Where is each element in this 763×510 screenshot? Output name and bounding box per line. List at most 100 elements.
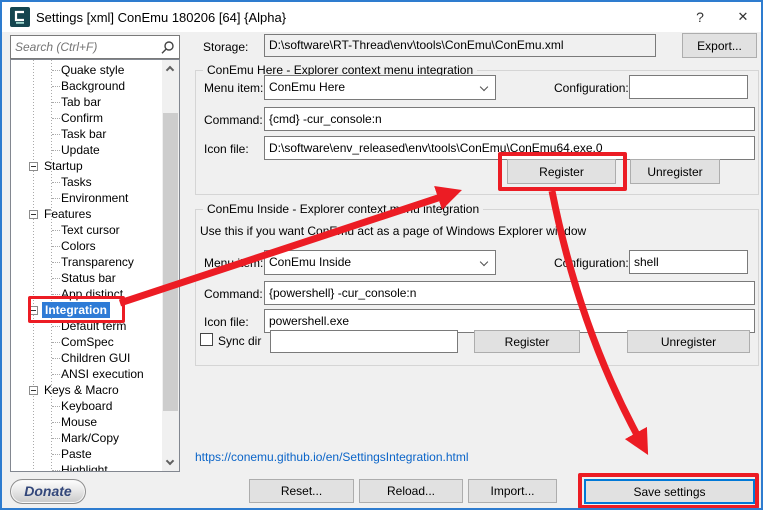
sidebar-item-label: Tasks xyxy=(61,174,92,190)
donate-button[interactable]: Donate xyxy=(10,479,86,504)
sidebar-item-label: Integration xyxy=(42,302,110,318)
sidebar-item-label: Task bar xyxy=(61,126,106,142)
inside-menu-item-value: ConEmu Inside xyxy=(269,255,351,269)
settings-integration-link[interactable]: https://conemu.github.io/en/SettingsInte… xyxy=(195,450,469,464)
save-settings-button[interactable]: Save settings xyxy=(584,479,755,504)
sidebar-item-label: Status bar xyxy=(61,270,116,286)
sidebar-item-label: Paste xyxy=(61,446,92,462)
window-title: Settings [xml] ConEmu 180206 [64] {Alpha… xyxy=(36,10,286,25)
inside-menu-item-select[interactable]: ConEmu Inside xyxy=(264,250,496,275)
here-unregister-button[interactable]: Unregister xyxy=(630,159,720,184)
chevron-down-icon xyxy=(480,83,488,91)
sidebar-item-confirm[interactable]: Confirm xyxy=(11,110,163,126)
here-command-field[interactable] xyxy=(264,107,755,131)
here-configuration-field[interactable] xyxy=(629,75,748,99)
conemu-app-icon xyxy=(10,7,30,27)
collapse-icon[interactable] xyxy=(29,162,38,171)
inside-command-label: Command: xyxy=(204,287,263,301)
export-button[interactable]: Export... xyxy=(682,33,757,58)
sidebar-item-label: Mouse xyxy=(61,414,97,430)
inside-command-field[interactable] xyxy=(264,281,755,305)
scroll-up-icon[interactable] xyxy=(162,60,179,77)
sidebar-item-label: App distinct xyxy=(61,286,123,302)
sidebar-item-children-gui[interactable]: Children GUI xyxy=(11,350,163,366)
title-bar: Settings [xml] ConEmu 180206 [64] {Alpha… xyxy=(2,2,761,32)
inside-icon-file-label: Icon file: xyxy=(204,315,249,329)
here-configuration-label: Configuration: xyxy=(554,81,629,95)
sidebar-item-label: Colors xyxy=(61,238,96,254)
sidebar-item-quake-style[interactable]: Quake style xyxy=(11,62,163,78)
sidebar-item-mark-copy[interactable]: Mark/Copy xyxy=(11,430,163,446)
chevron-down-icon xyxy=(480,258,488,266)
sidebar-item-app-distinct[interactable]: App distinct xyxy=(11,286,163,302)
inside-configuration-field[interactable] xyxy=(629,250,748,274)
here-menu-item-value: ConEmu Here xyxy=(269,80,345,94)
search-icon xyxy=(160,40,175,55)
here-command-label: Command: xyxy=(204,113,263,127)
collapse-icon[interactable] xyxy=(29,306,38,315)
help-button[interactable]: ? xyxy=(680,2,720,32)
scroll-down-icon[interactable] xyxy=(162,454,179,471)
sidebar-item-label: Text cursor xyxy=(61,222,120,238)
sidebar-item-label: Children GUI xyxy=(61,350,130,366)
inside-configuration-label: Configuration: xyxy=(554,256,629,270)
search-box xyxy=(10,35,180,59)
sync-dir-label: Sync dir xyxy=(218,334,261,348)
reload-button[interactable]: Reload... xyxy=(359,479,463,503)
sidebar-item-label: Default term xyxy=(61,318,126,334)
sidebar-item-ansi-execution[interactable]: ANSI execution xyxy=(11,366,163,382)
sync-dir-field[interactable] xyxy=(270,330,458,353)
sidebar-item-label: Features xyxy=(44,206,91,222)
storage-label: Storage: xyxy=(203,40,248,54)
sidebar-item-environment[interactable]: Environment xyxy=(11,190,163,206)
here-register-button[interactable]: Register xyxy=(507,159,616,184)
sidebar-item-colors[interactable]: Colors xyxy=(11,238,163,254)
import-button[interactable]: Import... xyxy=(468,479,557,503)
sync-dir-checkbox[interactable] xyxy=(200,333,213,346)
sidebar-item-label: Environment xyxy=(61,190,128,206)
sidebar-item-keyboard[interactable]: Keyboard xyxy=(11,398,163,414)
settings-tree: Quake styleBackgroundTab barConfirmTask … xyxy=(10,59,180,472)
inside-unregister-button[interactable]: Unregister xyxy=(627,330,750,353)
conemu-inside-group-title: ConEmu Inside - Explorer context menu in… xyxy=(203,202,483,216)
sidebar-item-comspec[interactable]: ComSpec xyxy=(11,334,163,350)
search-input[interactable] xyxy=(15,38,155,56)
sidebar-item-integration[interactable]: Integration xyxy=(11,302,163,318)
storage-path-field[interactable]: D:\software\RT-Thread\env\tools\ConEmu\C… xyxy=(264,34,656,57)
sidebar-item-text-cursor[interactable]: Text cursor xyxy=(11,222,163,238)
settings-window: Settings [xml] ConEmu 180206 [64] {Alpha… xyxy=(0,0,763,510)
collapse-icon[interactable] xyxy=(29,386,38,395)
sidebar-item-keys-macro[interactable]: Keys & Macro xyxy=(11,382,163,398)
inside-register-button[interactable]: Register xyxy=(474,330,580,353)
sidebar-item-transparency[interactable]: Transparency xyxy=(11,254,163,270)
sidebar-item-label: Transparency xyxy=(61,254,134,270)
sidebar-item-startup[interactable]: Startup xyxy=(11,158,163,174)
here-menu-item-label: Menu item: xyxy=(204,81,263,95)
tree-scrollbar[interactable] xyxy=(162,60,179,471)
collapse-icon[interactable] xyxy=(29,210,38,219)
sidebar-item-default-term[interactable]: Default term xyxy=(11,318,163,334)
sidebar-item-mouse[interactable]: Mouse xyxy=(11,414,163,430)
reset-button[interactable]: Reset... xyxy=(249,479,354,503)
sidebar-item-features[interactable]: Features xyxy=(11,206,163,222)
sidebar-item-label: Keys & Macro xyxy=(44,382,119,398)
sidebar-item-label: Startup xyxy=(44,158,83,174)
scrollbar-thumb[interactable] xyxy=(163,113,178,411)
sidebar-item-update[interactable]: Update xyxy=(11,142,163,158)
sidebar-item-background[interactable]: Background xyxy=(11,78,163,94)
sidebar-item-task-bar[interactable]: Task bar xyxy=(11,126,163,142)
sidebar-item-label: Keyboard xyxy=(61,398,112,414)
sidebar-item-label: Confirm xyxy=(61,110,103,126)
inside-hint-text: Use this if you want ConEmu act as a pag… xyxy=(200,224,586,238)
here-menu-item-select[interactable]: ConEmu Here xyxy=(264,75,496,100)
sidebar-item-highlight[interactable]: Highlight xyxy=(11,462,163,472)
sidebar-item-status-bar[interactable]: Status bar xyxy=(11,270,163,286)
sidebar-item-label: Mark/Copy xyxy=(61,430,119,446)
close-button[interactable]: ✕ xyxy=(723,2,763,32)
inside-menu-item-label: Menu item: xyxy=(204,256,263,270)
sidebar-item-paste[interactable]: Paste xyxy=(11,446,163,462)
sidebar-item-label: Update xyxy=(61,142,100,158)
here-icon-file-field[interactable] xyxy=(264,136,755,160)
sidebar-item-tasks[interactable]: Tasks xyxy=(11,174,163,190)
sidebar-item-tab-bar[interactable]: Tab bar xyxy=(11,94,163,110)
